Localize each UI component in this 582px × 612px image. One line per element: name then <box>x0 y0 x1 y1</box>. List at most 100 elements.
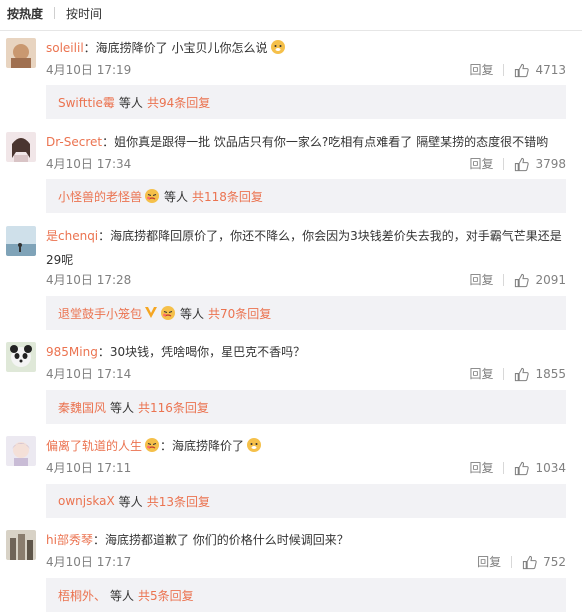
reply-username[interactable]: 秦魏国风 <box>58 399 106 416</box>
reply-etc: 等人 <box>180 306 205 321</box>
reply-count-link[interactable]: 共118条回复 <box>192 188 263 205</box>
action-divider <box>503 274 505 286</box>
reply-username[interactable]: ownjskaX <box>58 494 115 508</box>
comment-item: Dr-Secret：姐你真是跟得一批 饮品店只有你一家么?吃相有点难看了 隔壁某… <box>0 130 582 220</box>
reply-button[interactable]: 回复 <box>477 554 501 570</box>
like-button[interactable]: 1034 <box>514 460 566 476</box>
action-divider <box>503 64 505 76</box>
comment-sep: ： <box>102 135 115 149</box>
divider <box>0 30 582 31</box>
comment-sep: ： <box>97 345 110 359</box>
reply-etc: 等人 <box>118 494 143 509</box>
comment-actions: 回复 4713 <box>469 62 566 78</box>
reply-count-link[interactable]: 共13条回复 <box>147 493 210 510</box>
reply-summary[interactable]: 秦魏国风 等人 共116条回复 <box>46 390 566 424</box>
reply-etc: 等人 <box>110 588 135 603</box>
reply-count-link[interactable]: 共5条回复 <box>138 587 194 604</box>
like-button[interactable]: 2091 <box>514 272 566 288</box>
like-count: 752 <box>543 555 566 569</box>
sort-by-time-tab[interactable]: 按时间 <box>66 5 102 22</box>
comment-actions: 回复 2091 <box>469 272 566 288</box>
comment-username[interactable]: Dr-Secret <box>46 135 102 149</box>
avatar[interactable] <box>6 226 36 256</box>
avatar[interactable] <box>6 436 36 466</box>
comment-body: 海底捞都道歉了 你们的价格什么时候调回来？ <box>104 533 349 547</box>
comment-text: 偏离了轨道的人生 ：海底捞降价了 <box>46 434 566 458</box>
action-divider <box>511 556 513 568</box>
doge-emoji-icon <box>246 437 262 453</box>
reply-etc: 等人 <box>110 400 135 415</box>
like-button[interactable]: 4713 <box>514 62 566 78</box>
thumbs-up-icon <box>522 555 537 569</box>
comment-sep: ： <box>83 41 96 55</box>
like-count: 1855 <box>535 367 566 381</box>
crying-emoji-icon <box>160 305 176 321</box>
thumbs-up-icon <box>515 461 530 475</box>
reply-count-link[interactable]: 共116条回复 <box>138 399 209 416</box>
reply-etc: 等人 <box>164 189 189 204</box>
comment-body: 30块钱，凭啥喝你，星巴克不香吗？ <box>109 345 306 359</box>
reply-summary[interactable]: ownjskaX 等人 共13条回复 <box>46 484 566 518</box>
avatar[interactable] <box>6 38 36 68</box>
comment-actions: 回复 1034 <box>469 460 566 476</box>
sort-bar: 按热度 按时间 <box>0 0 582 26</box>
reply-button[interactable]: 回复 <box>469 272 493 288</box>
reply-summary[interactable]: 退堂鼓手小笼包 等人 共70条回复 <box>46 296 566 330</box>
comment-time: 4月10日 17:34 <box>46 157 132 171</box>
reply-count-link[interactable]: 共94条回复 <box>147 94 210 111</box>
comment-username[interactable]: 偏离了轨道的人生 <box>46 439 142 453</box>
reply-button[interactable]: 回复 <box>469 366 493 382</box>
comment-text: 是chenqi：海底捞都降回原价了，你还不降么，你会因为3块钱差价失去我的，对手… <box>46 224 566 272</box>
reply-summary[interactable]: 小怪兽的老怪兽 等人 共118条回复 <box>46 179 566 213</box>
avatar[interactable] <box>6 530 36 560</box>
action-divider <box>503 462 505 474</box>
comment-body: 姐你真是跟得一批 饮品店只有你一家么?吃相有点难看了 隔壁某捞的态度很不错哟 <box>114 135 549 149</box>
comment-item: 是chenqi：海底捞都降回原价了，你还不降么，你会因为3块钱差价失去我的，对手… <box>0 224 582 334</box>
thumbs-up-icon <box>515 367 530 381</box>
comment-text: Dr-Secret：姐你真是跟得一批 饮品店只有你一家么?吃相有点难看了 隔壁某… <box>46 130 566 154</box>
reply-username[interactable]: 梧桐外、 <box>58 587 106 604</box>
action-divider <box>503 158 505 170</box>
comment-body: 海底捞降价了 <box>172 439 245 453</box>
comment-username[interactable]: 985Ming <box>46 345 98 359</box>
reply-username[interactable]: 退堂鼓手小笼包 <box>58 305 142 322</box>
avatar[interactable] <box>6 132 36 162</box>
sort-by-hot-tab[interactable]: 按热度 <box>7 5 43 22</box>
comment-actions: 回复 3798 <box>469 156 566 172</box>
comment-body: 海底捞降价了 小宝贝儿你怎么说 <box>95 41 268 55</box>
like-count: 1034 <box>535 461 566 475</box>
comment-username[interactable]: 是chenqi <box>46 229 98 243</box>
reply-count-link[interactable]: 共70条回复 <box>208 305 271 322</box>
reply-button[interactable]: 回复 <box>469 460 493 476</box>
like-count: 3798 <box>535 157 566 171</box>
comment-time: 4月10日 17:14 <box>46 367 132 381</box>
doge-emoji-icon <box>270 39 286 55</box>
comment-text: soleilil：海底捞降价了 小宝贝儿你怎么说 <box>46 36 566 60</box>
comment-item: 偏离了轨道的人生 ：海底捞降价了 4月10日 17:11 回复 1034 ownj… <box>0 434 582 524</box>
reply-summary[interactable]: Swifttie霉 等人 共94条回复 <box>46 85 566 119</box>
like-button[interactable]: 752 <box>522 554 566 570</box>
comment-time: 4月10日 17:28 <box>46 273 132 287</box>
comment-item: soleilil：海底捞降价了 小宝贝儿你怎么说 4月10日 17:19 回复 … <box>0 36 582 126</box>
thumbs-up-icon <box>515 273 530 287</box>
reply-button[interactable]: 回复 <box>469 156 493 172</box>
comment-item: hi部秀琴：海底捞都道歉了 你们的价格什么时候调回来？ 4月10日 17:17 … <box>0 528 582 612</box>
avatar[interactable] <box>6 342 36 372</box>
comment-time: 4月10日 17:11 <box>46 461 132 475</box>
comment-body: 海底捞都降回原价了，你还不降么，你会因为3块钱差价失去我的，对手霸气芒果还是29… <box>46 229 562 267</box>
reply-username[interactable]: 小怪兽的老怪兽 <box>58 188 142 205</box>
comment-text: hi部秀琴：海底捞都道歉了 你们的价格什么时候调回来？ <box>46 528 566 552</box>
thumbs-up-icon <box>515 63 530 77</box>
reply-button[interactable]: 回复 <box>469 62 493 78</box>
comment-username[interactable]: hi部秀琴 <box>46 533 93 547</box>
crying-emoji-icon <box>144 188 160 204</box>
like-button[interactable]: 3798 <box>514 156 566 172</box>
comment-username[interactable]: soleilil <box>46 41 84 55</box>
reply-etc: 等人 <box>118 95 143 110</box>
like-count: 2091 <box>535 273 566 287</box>
like-button[interactable]: 1855 <box>514 366 566 382</box>
crying-emoji-icon <box>144 437 160 453</box>
comment-actions: 回复 752 <box>477 554 566 570</box>
reply-username[interactable]: Swifttie霉 <box>58 94 115 111</box>
sort-divider <box>54 7 56 19</box>
